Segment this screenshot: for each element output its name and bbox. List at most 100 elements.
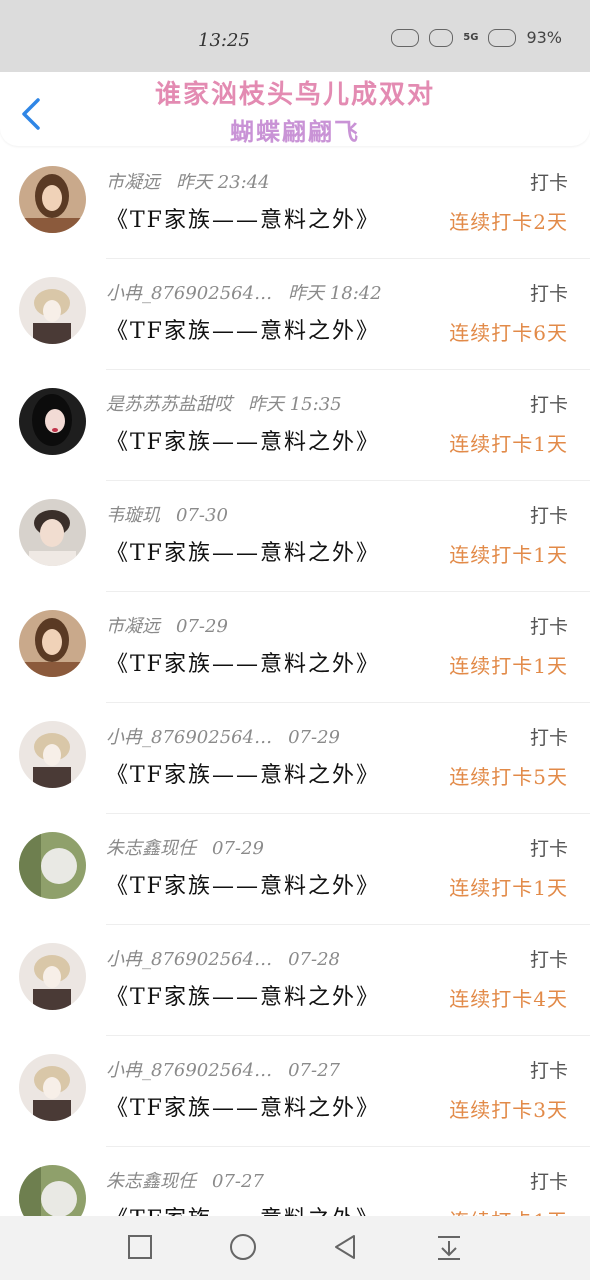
glasses-icon — [391, 28, 420, 47]
item-meta: 市凝远 07-29 — [106, 612, 228, 638]
checkin-label: 打卡 — [529, 838, 568, 860]
streak-label: 连续打卡1天 — [449, 654, 568, 678]
user-name[interactable]: 小冉_876902564… — [106, 1056, 272, 1082]
book-title: 《TF家族——意料之外》 — [106, 208, 380, 233]
streak-label: 连续打卡1天 — [449, 876, 568, 900]
timestamp: 07-29 — [288, 727, 340, 748]
checkin-label: 打卡 — [529, 949, 568, 971]
book-title: 《TF家族——意料之外》 — [106, 430, 380, 455]
square-icon — [128, 1235, 152, 1259]
avatar[interactable] — [19, 1054, 86, 1121]
network-label: 5G — [463, 32, 479, 43]
user-name[interactable]: 是苏苏苏盐甜哎 — [106, 390, 232, 416]
status-bar: 13:25 5G 93% — [0, 0, 590, 72]
book-title: 《TF家族——意料之外》 — [106, 985, 380, 1010]
home-button[interactable] — [228, 1232, 258, 1262]
item-meta: 小冉_876902564… 07-29 — [106, 723, 340, 749]
user-name[interactable]: 小冉_876902564… — [106, 279, 272, 305]
avatar[interactable] — [19, 499, 86, 566]
timestamp: 07-29 — [212, 838, 264, 859]
page-title: 谁家汹枝头鸟儿成双对 — [154, 80, 435, 110]
user-name[interactable]: 小冉_876902564… — [106, 723, 272, 749]
timestamp: 07-28 — [288, 949, 340, 970]
checkin-label: 打卡 — [529, 283, 568, 305]
streak-label: 连续打卡2天 — [449, 210, 568, 234]
list-item[interactable]: 小冉_876902564… 昨天 18:42 打卡《TF家族——意料之外》 连续打卡6… — [0, 259, 590, 370]
item-meta: 小冉_876902564… 昨天 18:42 — [106, 279, 382, 305]
book-title: 《TF家族——意料之外》 — [106, 541, 380, 566]
list-item[interactable]: 朱志鑫现任 07-29 打卡《TF家族——意料之外》 连续打卡1天 — [0, 814, 590, 925]
streak-label: 连续打卡1天 — [449, 1205, 568, 1216]
checkin-label: 打卡 — [529, 505, 568, 527]
avatar[interactable] — [19, 832, 86, 899]
checkin-label: 打卡 — [529, 1171, 568, 1193]
item-meta: 小冉_876902564… 07-28 — [106, 945, 340, 971]
list-item[interactable]: 是苏苏苏盐甜哎 昨天 15:35 打卡《TF家族——意料之外》 连续打卡1天 — [0, 370, 590, 481]
back-nav-button[interactable] — [330, 1232, 360, 1262]
book-title: 《TF家族——意料之外》 — [106, 874, 380, 899]
timestamp: 07-30 — [176, 505, 228, 526]
avatar[interactable] — [19, 1165, 86, 1216]
checkin-label: 打卡 — [529, 394, 568, 416]
notification-button[interactable] — [434, 1232, 464, 1262]
checkin-label: 打卡 — [529, 616, 568, 638]
timestamp: 07-27 — [212, 1171, 264, 1192]
streak-label: 连续打卡5天 — [449, 765, 568, 789]
timestamp: 昨天 23:44 — [176, 172, 270, 193]
book-title: 《TF家族——意料之外》 — [106, 319, 380, 344]
streak-label: 连续打卡3天 — [449, 1098, 568, 1122]
book-title: 《TF家族——意料之外》 — [106, 1096, 380, 1121]
list-item[interactable]: 小冉_876902564… 07-29 打卡《TF家族——意料之外》 连续打卡5天 — [0, 703, 590, 814]
user-name[interactable]: 市凝远 — [106, 612, 160, 638]
checkin-list: 市凝远 昨天 23:44 打卡 《TF家族——意料之外》 连续打卡2天 小冉_876902… — [0, 148, 590, 1216]
timestamp: 昨天 15:35 — [248, 394, 342, 415]
book-title: 《TF家族——意料之外》 — [106, 763, 380, 788]
battery-icon — [488, 28, 517, 47]
user-name[interactable]: 市凝远 — [106, 168, 160, 194]
user-name[interactable]: 朱志鑫现任 — [106, 1167, 196, 1193]
avatar[interactable] — [19, 721, 86, 788]
item-meta: 朱志鑫现任 07-29 — [106, 834, 264, 860]
timestamp: 07-27 — [288, 1060, 340, 1081]
avatar[interactable] — [19, 943, 86, 1010]
battery-level: 93% — [526, 28, 562, 47]
page-subtitle: 蝴蝶翩翩飞 — [230, 117, 360, 146]
item-meta: 小冉_876902564… 07-27 — [106, 1056, 340, 1082]
item-meta: 市凝远 昨天 23:44 — [106, 168, 270, 194]
sticker-icon — [429, 28, 454, 47]
streak-label: 连续打卡1天 — [449, 432, 568, 456]
list-item[interactable]: 市凝远 昨天 23:44 打卡《TF家族——意料之外》 连续打卡2天 — [0, 148, 590, 259]
timestamp: 昨天 18:42 — [288, 283, 382, 304]
status-icons: 5G 93% — [391, 28, 562, 47]
item-meta: 韦璇玑 07-30 — [106, 501, 228, 527]
streak-label: 连续打卡1天 — [449, 543, 568, 567]
checkin-label: 打卡 — [529, 172, 568, 194]
item-meta: 是苏苏苏盐甜哎 昨天 15:35 — [106, 390, 342, 416]
user-name[interactable]: 韦璇玑 — [106, 501, 160, 527]
user-name[interactable]: 小冉_876902564… — [106, 945, 272, 971]
avatar[interactable] — [19, 388, 86, 455]
book-title: 《TF家族——意料之外》 — [106, 652, 380, 677]
user-name[interactable]: 朱志鑫现任 — [106, 834, 196, 860]
recent-apps-button[interactable] — [125, 1232, 155, 1262]
status-time: 13:25 — [198, 30, 250, 51]
timestamp: 07-29 — [176, 616, 228, 637]
list-item[interactable]: 小冉_876902564… 07-28 打卡《TF家族——意料之外》 连续打卡4天 — [0, 925, 590, 1036]
item-meta: 朱志鑫现任 07-27 — [106, 1167, 264, 1193]
streak-label: 连续打卡6天 — [449, 321, 568, 345]
back-triangle-icon — [335, 1235, 355, 1259]
streak-label: 连续打卡4天 — [449, 987, 568, 1011]
list-item[interactable]: 小冉_876902564… 07-27 打卡《TF家族——意料之外》 连续打卡3天 — [0, 1036, 590, 1147]
checkin-label: 打卡 — [529, 727, 568, 749]
list-item[interactable]: 朱志鑫现任 07-27 打卡《TF家族——意料之外》 连续打卡1天 — [0, 1147, 590, 1216]
list-item[interactable]: 市凝远 07-29 打卡《TF家族——意料之外》 连续打卡1天 — [0, 592, 590, 703]
avatar[interactable] — [19, 166, 86, 233]
checkin-label: 打卡 — [529, 1060, 568, 1082]
avatar[interactable] — [19, 610, 86, 677]
navigation-bar — [0, 1216, 590, 1280]
notification-down-icon — [438, 1236, 460, 1260]
book-title: 《TF家族——意料之外》 — [106, 1201, 380, 1216]
avatar[interactable] — [19, 277, 86, 344]
list-item[interactable]: 韦璇玑 07-30 打卡《TF家族——意料之外》 连续打卡1天 — [0, 481, 590, 592]
header: 谁家汹枝头鸟儿成双对 蝴蝶翩翩飞 — [0, 72, 590, 146]
